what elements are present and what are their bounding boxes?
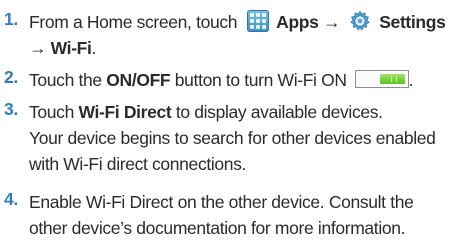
step-body: Touch Wi-Fi Direct to display available … — [29, 99, 470, 177]
step-text: button to turn Wi-Fi ON — [174, 70, 347, 90]
period: . — [408, 70, 414, 90]
step-note-line: with Wi-Fi direct connections. — [29, 154, 247, 174]
step-line: Enable Wi-Fi Direct on the other device.… — [29, 192, 414, 212]
step-number: 1. — [4, 9, 18, 29]
document-page: 1. From a Home screen, touch Apps → Sett… — [0, 0, 470, 247]
step-text: to display available devices. — [175, 102, 383, 122]
step-line: → Wi-Fi. — [29, 35, 470, 61]
period: . — [91, 38, 97, 58]
step-line: Touch Wi-Fi Direct to display available … — [29, 99, 470, 125]
settings-label: Settings — [379, 12, 446, 32]
arrow-icon: → — [29, 38, 47, 58]
apps-label: Apps — [276, 12, 319, 32]
step-body: Touch the ON/OFF button to turn Wi-Fi ON… — [29, 67, 470, 93]
step-line: Touch the ON/OFF button to turn Wi-Fi ON… — [29, 67, 470, 93]
step-text: Touch the — [29, 70, 102, 90]
wifi-label: Wi-Fi — [50, 38, 92, 58]
on-off-label: ON/OFF — [106, 70, 171, 90]
step-body: Enable Wi-Fi Direct on the other device.… — [29, 189, 470, 241]
step-line: From a Home screen, touch Apps → Setting… — [29, 9, 470, 35]
step-number: 3. — [4, 99, 18, 119]
step-line: other device’s documentation for more in… — [29, 218, 406, 238]
step-number: 2. — [4, 67, 18, 87]
step-text: Touch — [29, 102, 74, 122]
settings-gear-icon — [349, 10, 371, 32]
step-body: From a Home screen, touch Apps → Setting… — [29, 9, 470, 61]
toggle-switch-icon — [354, 70, 409, 89]
wifi-direct-label: Wi-Fi Direct — [78, 102, 172, 122]
apps-grid-icon — [246, 10, 269, 33]
arrow-icon: → — [323, 12, 341, 32]
step-note-line: Your device begins to search for other d… — [29, 128, 436, 148]
step-text: From a Home screen, touch — [29, 12, 238, 32]
step-number: 4. — [4, 189, 18, 209]
